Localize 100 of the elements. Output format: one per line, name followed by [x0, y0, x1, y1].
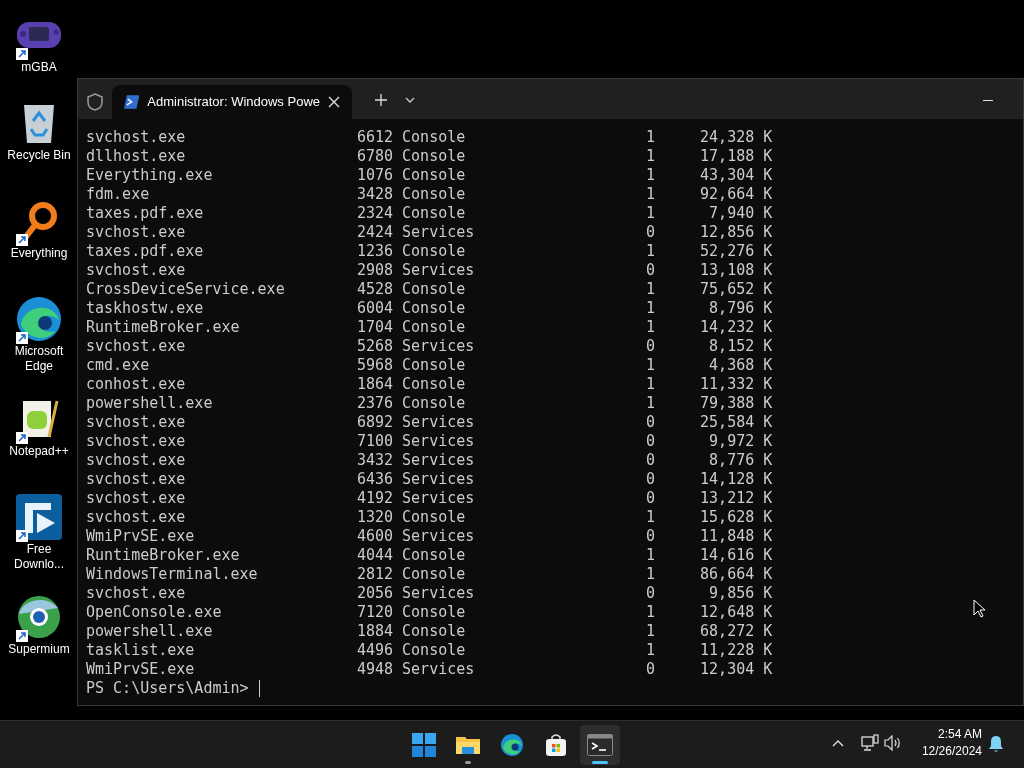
- clock-date[interactable]: 12/26/2024: [921, 743, 982, 760]
- output-cell-text: Console: [401, 147, 467, 166]
- output-cell-text: 6436: [355, 470, 394, 489]
- output-cell-text: 0: [644, 660, 655, 679]
- output-cell-text: Services: [401, 432, 476, 451]
- running-indicator: [592, 761, 608, 764]
- output-cell-text: 8,152 K: [708, 337, 773, 356]
- output-cell-text: 12,856 K: [699, 223, 773, 242]
- output-cell-text: 1: [644, 641, 655, 660]
- output-cell-text: 14,128 K: [699, 470, 773, 489]
- output-cell-text: Console: [401, 375, 467, 394]
- output-cell-text: 13,212 K: [699, 489, 773, 508]
- desktop-icon-label[interactable]: mGBA: [4, 60, 74, 75]
- output-cell-text: Services: [401, 261, 476, 280]
- output-cell-text: 5268: [355, 337, 394, 356]
- output-cell-text: 0: [644, 337, 655, 356]
- output-cell-text: 68,272 K: [699, 622, 773, 641]
- command-prompt: PS C:\Users\Admin>: [86, 679, 249, 698]
- output-cell-text: Services: [401, 527, 476, 546]
- output-cell-text: 1: [644, 622, 655, 641]
- close-tab-button[interactable]: [328, 96, 340, 108]
- output-cell-text: 1884: [355, 622, 394, 641]
- output-cell-text: 2376: [355, 394, 394, 413]
- output-cell-text: 86,664 K: [699, 565, 773, 584]
- output-cell-text: Console: [401, 299, 467, 318]
- chevron-down-icon: [405, 97, 415, 103]
- output-cell-text: taskhostw.exe: [86, 299, 205, 318]
- output-cell-text: 0: [644, 527, 655, 546]
- output-cell-text: Console: [401, 128, 467, 147]
- output-cell-text: 1: [644, 565, 655, 584]
- output-cell-text: 4948: [355, 660, 394, 679]
- desktop-icon-label[interactable]: Notepad++: [4, 444, 74, 459]
- output-cell-text: taxes.pdf.exe: [86, 242, 205, 261]
- output-cell-text: Console: [401, 204, 467, 223]
- output-cell-text: WmiPrvSE.exe: [86, 660, 196, 679]
- shopping-bag-icon: [544, 733, 568, 757]
- output-cell-text: Console: [401, 603, 467, 622]
- output-cell-text: 2424: [355, 223, 394, 242]
- output-cell-text: 6004: [355, 299, 394, 318]
- output-cell-text: 1: [644, 166, 655, 185]
- output-cell-text: 25,584 K: [699, 413, 773, 432]
- output-cell-text: 12,648 K: [699, 603, 773, 622]
- output-cell-text: 1: [644, 603, 655, 622]
- output-cell-text: RuntimeBroker.exe: [86, 318, 241, 337]
- network-icon[interactable]: [861, 734, 879, 752]
- output-cell-text: 1076: [355, 166, 394, 185]
- output-cell-text: 9,972 K: [708, 432, 773, 451]
- output-cell-text: Console: [401, 641, 467, 660]
- output-cell-text: 52,276 K: [699, 242, 773, 261]
- output-cell-text: fdm.exe: [86, 185, 151, 204]
- output-cell-text: CrossDeviceService.exe: [86, 280, 286, 299]
- output-cell-text: svchost.exe: [86, 432, 187, 451]
- desktop-icon-label[interactable]: Free Downlo...: [4, 542, 74, 572]
- notification-bell-icon[interactable]: [988, 735, 1004, 753]
- output-cell-text: 43,304 K: [699, 166, 773, 185]
- output-cell-text: Console: [401, 394, 467, 413]
- output-cell-text: 7100: [355, 432, 394, 451]
- output-cell-text: 1: [644, 204, 655, 223]
- output-cell-text: 24,328 K: [699, 128, 773, 147]
- output-cell-text: Console: [401, 622, 467, 641]
- windows-logo-icon: [412, 733, 436, 757]
- edge-icon: [15, 295, 63, 343]
- output-cell-text: 6612: [355, 128, 394, 147]
- output-cell-text: 0: [644, 584, 655, 603]
- output-cell-text: Console: [401, 508, 467, 527]
- output-cell-text: 4,368 K: [708, 356, 773, 375]
- output-cell-text: OpenConsole.exe: [86, 603, 223, 622]
- output-cell-text: svchost.exe: [86, 489, 187, 508]
- output-cell-text: Console: [401, 166, 467, 185]
- output-cell-text: 4192: [355, 489, 394, 508]
- desktop-icon-label[interactable]: Microsoft Edge: [4, 344, 74, 374]
- close-icon: [328, 96, 340, 108]
- output-cell-text: Console: [401, 546, 467, 565]
- shield-icon: [86, 93, 104, 111]
- output-cell-text: conhost.exe: [86, 375, 187, 394]
- output-cell-text: Console: [401, 565, 467, 584]
- terminal-tab[interactable]: Administrator: Windows Powe: [112, 85, 352, 119]
- output-cell-text: svchost.exe: [86, 470, 187, 489]
- output-cell-text: 0: [644, 223, 655, 242]
- output-cell-text: RuntimeBroker.exe: [86, 546, 241, 565]
- clock-time[interactable]: 2:54 AM: [937, 726, 982, 743]
- output-cell-text: 7,940 K: [708, 204, 773, 223]
- desktop-icon-label[interactable]: Recycle Bin: [4, 148, 74, 163]
- desktop-icon-label[interactable]: Everything: [4, 246, 74, 261]
- output-cell-text: Services: [401, 584, 476, 603]
- speaker-icon[interactable]: [884, 735, 902, 751]
- output-cell-text: tasklist.exe: [86, 641, 196, 660]
- output-cell-text: 6780: [355, 147, 394, 166]
- output-cell-text: 11,228 K: [699, 641, 773, 660]
- desktop-icon-label[interactable]: Supermium: [4, 642, 74, 657]
- output-cell-text: 17,188 K: [699, 147, 773, 166]
- output-cell-text: cmd.exe: [86, 356, 151, 375]
- output-cell-text: 1: [644, 280, 655, 299]
- folder-icon: [455, 734, 481, 756]
- taskbar-app-button[interactable]: [580, 725, 620, 765]
- output-cell-text: 1: [644, 508, 655, 527]
- tab-title: Administrator: Windows Powe: [147, 93, 320, 112]
- output-cell-text: Services: [401, 489, 476, 508]
- output-cell-text: Console: [401, 318, 467, 337]
- output-cell-text: 4528: [355, 280, 394, 299]
